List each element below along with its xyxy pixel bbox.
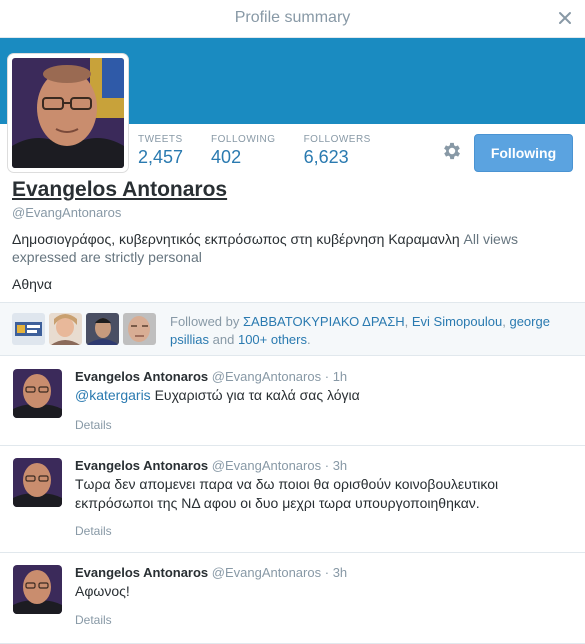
tweet-timestamp[interactable]: 3h [333, 565, 347, 580]
tweet-text: Αφωνος! [75, 583, 130, 599]
modal-title: Profile summary [234, 9, 351, 26]
tweet-author-handle: @EvangAntonaros [211, 565, 322, 580]
tweet-author-name[interactable]: Evangelos Antonaros [75, 565, 208, 580]
followed-by-text: Followed by ΣΑΒΒΑΤΟΚΥΡΙΑΚΟ ΔΡΑΣΗ, Evi Si… [170, 313, 570, 349]
stat-label: TWEETS [138, 134, 183, 145]
profile-avatar[interactable] [8, 54, 128, 172]
tweet-separator: · [324, 565, 330, 580]
tweet-details-link[interactable]: Details [75, 613, 112, 627]
stat-value: 6,623 [303, 147, 349, 167]
tweet-header: Evangelos Antonaros @EvangAntonaros · 1h [75, 369, 347, 384]
follower-avatar[interactable] [49, 313, 82, 345]
follower-avatar[interactable] [123, 313, 156, 345]
tweet[interactable]: Evangelos Antonaros @EvangAntonaros · 1h… [0, 357, 585, 446]
profile-photo [12, 58, 124, 168]
tweet-header: Evangelos Antonaros @EvangAntonaros · 3h [75, 458, 347, 473]
tweet-header: Evangelos Antonaros @EvangAntonaros · 3h [75, 565, 347, 580]
modal-header: Profile summary [0, 0, 585, 38]
tweet-avatar[interactable] [13, 458, 62, 507]
tweet-author-name[interactable]: Evangelos Antonaros [75, 458, 208, 473]
stat-value: 402 [211, 147, 242, 167]
profile-bio: Δημοσιογράφος, κυβερνητικός εκπρόσωπος σ… [12, 230, 557, 266]
tweet-timestamp[interactable]: 3h [333, 458, 347, 473]
stat-label: FOLLOWERS [303, 134, 371, 145]
tweet-separator: · [324, 369, 330, 384]
followed-by-end: . [307, 332, 311, 347]
bio-text: Δημοσιογράφος, κυβερνητικός εκπρόσωπος σ… [12, 231, 460, 247]
followed-by-connector: and [212, 332, 235, 347]
follower-link[interactable]: Evi Simopoulou [412, 314, 502, 329]
followed-by-section: Followed by ΣΑΒΒΑΤΟΚΥΡΙΑΚΟ ΔΡΑΣΗ, Evi Si… [0, 302, 585, 356]
tweet-author-name[interactable]: Evangelos Antonaros [75, 369, 208, 384]
follower-avatars [12, 313, 160, 345]
profile-stats: TWEETS 2,457 FOLLOWING 402 FOLLOWERS 6,6… [138, 134, 399, 168]
stat-value: 2,457 [138, 147, 184, 167]
tweet-author-handle: @EvangAntonaros [211, 369, 322, 384]
follower-link[interactable]: ΣΑΒΒΑΤΟΚΥΡΙΑΚΟ ΔΡΑΣΗ [243, 314, 405, 329]
gear-icon[interactable] [441, 140, 463, 162]
tweet-avatar[interactable] [13, 565, 62, 614]
tweet-body: Ευχαριστώ για τα καλά σας λόγια [154, 387, 360, 403]
stat-followers[interactable]: FOLLOWERS 6,623 [304, 134, 371, 168]
others-link[interactable]: 100+ others [238, 332, 307, 347]
followed-by-prefix: Followed by [170, 314, 240, 329]
tweet-details-link[interactable]: Details [75, 418, 112, 432]
stat-following[interactable]: FOLLOWING 402 [211, 134, 276, 168]
tweet-details-link[interactable]: Details [75, 524, 112, 538]
list-separator: , [404, 314, 409, 329]
profile-handle: @EvangAntonaros [12, 205, 122, 220]
tweet-avatar[interactable] [13, 369, 62, 418]
close-icon[interactable] [555, 8, 575, 28]
follower-avatar[interactable] [12, 313, 45, 345]
tweet[interactable]: Evangelos Antonaros @EvangAntonaros · 3h… [0, 446, 585, 553]
tweet-timestamp[interactable]: 1h [333, 369, 347, 384]
mention-link[interactable]: @katergaris [75, 387, 151, 403]
stat-label: FOLLOWING [211, 134, 276, 145]
stat-tweets[interactable]: TWEETS 2,457 [138, 134, 183, 168]
tweet-text: @katergaris Ευχαριστώ για τα καλά σας λό… [75, 386, 570, 405]
profile-location: Αθηνα [12, 276, 53, 292]
tweet-separator: · [324, 458, 330, 473]
tweet-author-handle: @EvangAntonaros [211, 458, 322, 473]
profile-name[interactable]: Evangelos Antonaros [12, 178, 227, 202]
tweet-text: Τωρα δεν απομενει παρα να δω ποιοι θα ορ… [75, 476, 499, 511]
tweet[interactable]: Evangelos Antonaros @EvangAntonaros · 3h… [0, 553, 585, 644]
list-separator: , [502, 314, 506, 329]
following-button[interactable]: Following [474, 134, 573, 172]
follower-avatar[interactable] [86, 313, 119, 345]
